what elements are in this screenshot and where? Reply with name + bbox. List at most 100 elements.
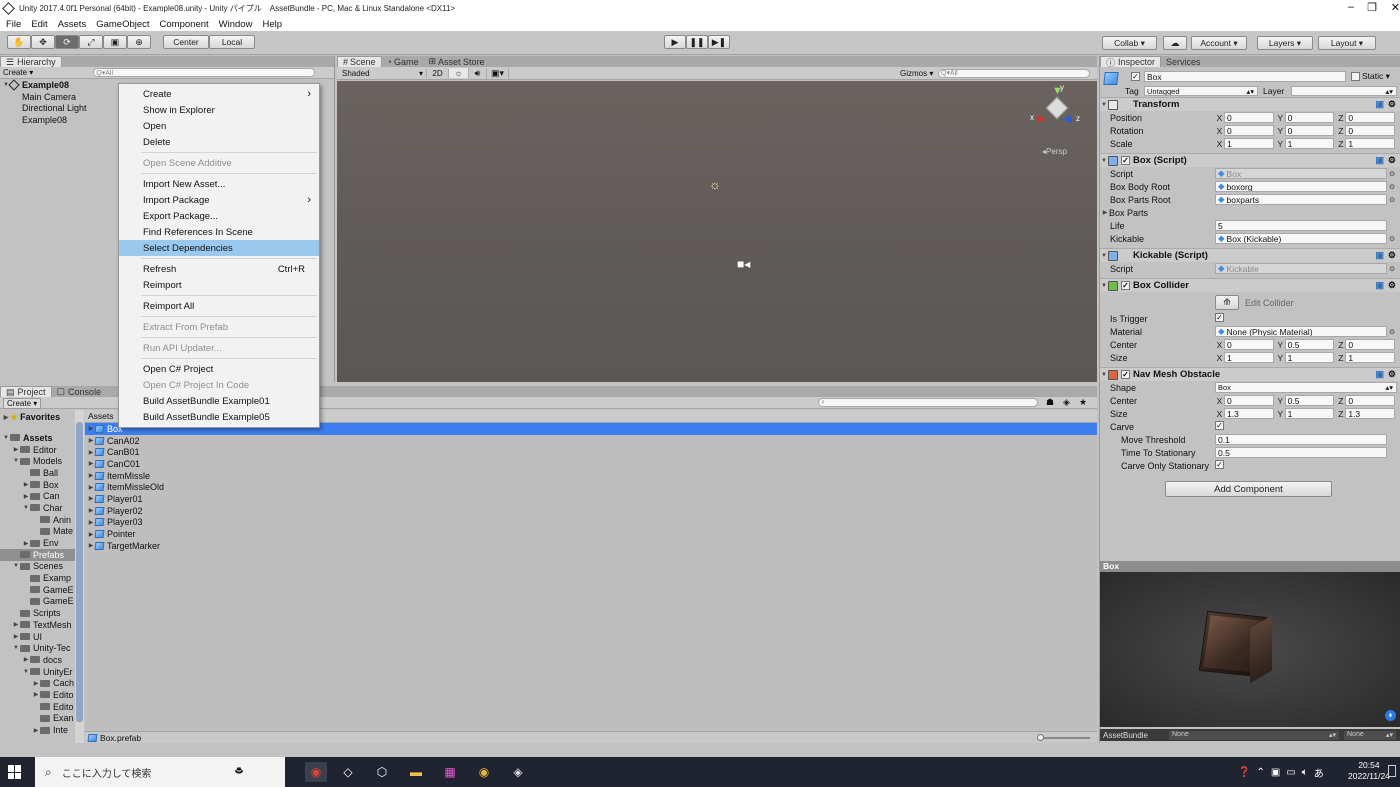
- folder-row[interactable]: Mate: [0, 526, 84, 538]
- folder-row[interactable]: Ball: [0, 467, 84, 479]
- menu-window[interactable]: Window: [219, 19, 253, 30]
- asset-list-item[interactable]: ▶ CanA02: [85, 435, 1097, 447]
- expand-arrow-icon[interactable]: ▼: [12, 563, 20, 569]
- asset-list-item[interactable]: ▶ Player02: [85, 505, 1097, 517]
- toggle-checkbox[interactable]: ✓: [1215, 421, 1224, 430]
- tab-asset-store[interactable]: ⊞ Asset Store: [424, 56, 490, 67]
- camera-gizmo-icon[interactable]: ■◂: [737, 257, 750, 271]
- context-menu-item[interactable]: Show in Explorer: [119, 102, 319, 118]
- expand-arrow-icon[interactable]: ▼: [1100, 158, 1108, 164]
- expand-arrow-icon[interactable]: ▶: [32, 691, 40, 698]
- vector-x-field[interactable]: 1.3: [1224, 408, 1274, 419]
- gizmos-dropdown[interactable]: Gizmos ▾: [900, 69, 933, 78]
- context-menu-item[interactable]: Create ›: [119, 86, 319, 102]
- unity-taskbar-icon[interactable]: ◇: [337, 762, 359, 782]
- box-script-header[interactable]: ▼ ✓ Box (Script) ▣ ⚙: [1100, 153, 1400, 167]
- account-dropdown[interactable]: Account ▾: [1191, 36, 1247, 50]
- vector-x-field[interactable]: 1: [1224, 352, 1274, 363]
- folder-row[interactable]: ▶ Editor: [0, 444, 84, 456]
- chrome-taskbar-icon[interactable]: ◉: [305, 762, 327, 782]
- asset-list-item[interactable]: ▶ ItemMissle: [85, 470, 1097, 482]
- object-picker-icon[interactable]: ⊙: [1387, 328, 1397, 336]
- expand-arrow-icon[interactable]: ▼: [12, 458, 20, 464]
- vector-y-field[interactable]: 0.5: [1284, 395, 1335, 406]
- expand-arrow-icon[interactable]: ▼: [2, 435, 10, 441]
- vector-x-field[interactable]: 0: [1224, 125, 1274, 136]
- taskbar-search[interactable]: ⌕ ここに入力して検索 🎩︎: [35, 757, 285, 787]
- expand-arrow-icon[interactable]: ▼: [12, 645, 20, 651]
- folder-row[interactable]: ▶ Box: [0, 479, 84, 491]
- context-menu-item[interactable]: Delete: [119, 134, 319, 150]
- vector-x-field[interactable]: 0: [1224, 339, 1274, 350]
- menu-assets[interactable]: Assets: [58, 19, 87, 30]
- collab-button[interactable]: Collab ▾: [1102, 36, 1157, 50]
- vector-z-field[interactable]: 0: [1345, 112, 1396, 123]
- asset-list-item[interactable]: ▶ ItemMissleOld: [85, 481, 1097, 493]
- folder-row[interactable]: GameE: [0, 596, 84, 608]
- tab-console[interactable]: ▢ Console: [52, 386, 107, 397]
- tab-scene[interactable]: # Scene: [337, 56, 382, 67]
- folder-row[interactable]: ▼ Models: [0, 455, 84, 467]
- scale-tool-icon[interactable]: ⤢: [79, 35, 103, 49]
- folder-row[interactable]: Examp: [0, 572, 84, 584]
- expand-arrow-icon[interactable]: ▶: [32, 680, 40, 687]
- expand-arrow-icon[interactable]: ▶: [32, 727, 40, 734]
- context-menu-item[interactable]: Open: [119, 118, 319, 134]
- asset-list-item[interactable]: ▶ Player01: [85, 493, 1097, 505]
- folder-row[interactable]: ▼ Scenes: [0, 561, 84, 573]
- chevron-up-icon[interactable]: ⌃: [1256, 767, 1264, 778]
- transform-header[interactable]: ▼ Transform ▣ ⚙: [1100, 97, 1400, 111]
- enabled-checkbox[interactable]: ✓: [1121, 370, 1130, 379]
- vector-y-field[interactable]: 1: [1284, 138, 1335, 149]
- folder-row[interactable]: ▼ Char: [0, 502, 84, 514]
- rect-tool-icon[interactable]: ▣: [103, 35, 127, 49]
- folder-row[interactable]: ▶ docs: [0, 654, 84, 666]
- menu-edit[interactable]: Edit: [31, 19, 47, 30]
- directional-light-icon[interactable]: ☼: [709, 177, 721, 192]
- expand-arrow-icon[interactable]: ▼: [1100, 102, 1108, 108]
- tab-project[interactable]: ▤ Project: [0, 386, 52, 397]
- asset-list-item[interactable]: ▶ CanB01: [85, 446, 1097, 458]
- enabled-checkbox[interactable]: ✓: [1121, 281, 1130, 290]
- vector-y-field[interactable]: 1: [1284, 352, 1335, 363]
- pivot-local-button[interactable]: Local: [209, 35, 255, 49]
- menu-component[interactable]: Component: [160, 19, 209, 30]
- object-picker-icon[interactable]: ⊙: [1387, 235, 1397, 243]
- close-button[interactable]: ✕: [1391, 1, 1400, 14]
- scroll-thumb[interactable]: [76, 422, 83, 722]
- toggle-checkbox[interactable]: ✓: [1215, 460, 1224, 469]
- expand-arrow-icon[interactable]: ▶: [1101, 209, 1109, 216]
- assetbundle-variant-dropdown[interactable]: None ▴▾: [1344, 730, 1396, 740]
- project-create-button[interactable]: Create ▾: [3, 398, 42, 409]
- context-menu-item[interactable]: Build AssetBundle Example01: [119, 393, 319, 409]
- expand-arrow-icon[interactable]: ▶: [22, 540, 30, 547]
- folder-row[interactable]: GameE: [0, 584, 84, 596]
- preview-area[interactable]: ⬧: [1100, 572, 1400, 727]
- pause-icon[interactable]: ❚❚: [686, 35, 708, 49]
- tab-inspector[interactable]: ⓘ Inspector: [1100, 56, 1162, 68]
- kickable-script-header[interactable]: ▼ Kickable (Script) ▣ ⚙: [1100, 248, 1400, 262]
- rotate-tool-icon[interactable]: ⟳: [55, 35, 79, 49]
- help-book-icon[interactable]: ▣: [1375, 280, 1384, 291]
- edit-collider-button[interactable]: ⟰: [1215, 295, 1239, 310]
- folder-row[interactable]: Edito: [0, 701, 84, 713]
- vector-z-field[interactable]: 0: [1345, 339, 1396, 350]
- settings-gear-icon[interactable]: ⚙: [1388, 369, 1396, 380]
- tab-hierarchy[interactable]: ☰ Hierarchy: [0, 56, 62, 67]
- object-picker-icon[interactable]: ⊙: [1387, 265, 1397, 273]
- object-field[interactable]: ◆ boxorg: [1215, 181, 1387, 192]
- expand-arrow-icon[interactable]: ▶: [22, 656, 30, 663]
- layers-dropdown[interactable]: Layers ▾: [1257, 36, 1313, 50]
- app-taskbar-icon[interactable]: ◈: [507, 762, 529, 782]
- menu-gameobject[interactable]: GameObject: [96, 19, 149, 30]
- asset-list-item[interactable]: ▶ CanC01: [85, 458, 1097, 470]
- hierarchy-search-input[interactable]: Q▾All: [93, 68, 316, 77]
- shape-dropdown[interactable]: Box ▴▾: [1215, 382, 1397, 393]
- asset-list-item[interactable]: ▶ Pointer: [85, 528, 1097, 540]
- ime-icon[interactable]: あ: [1314, 765, 1324, 780]
- scene-viewport[interactable]: ☼ ■◂ ▼ y ▶ x ◀ z ◂Persp: [337, 81, 1097, 382]
- active-checkbox[interactable]: ✓: [1131, 72, 1140, 81]
- expand-arrow-icon[interactable]: ▶: [2, 414, 10, 421]
- folder-row[interactable]: ▶ TextMesh: [0, 619, 84, 631]
- enabled-checkbox[interactable]: ✓: [1121, 156, 1130, 165]
